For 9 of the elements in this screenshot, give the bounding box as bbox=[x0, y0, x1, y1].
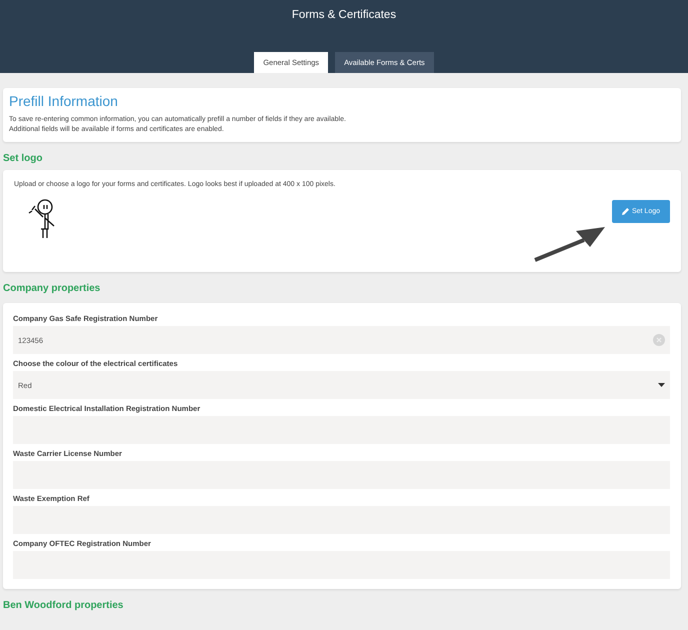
section-heading: Ben Woodford properties bbox=[3, 600, 124, 612]
caret-icon bbox=[658, 383, 665, 387]
pencil-icon bbox=[622, 208, 629, 215]
card-title: Prefill Information bbox=[9, 93, 119, 109]
page-title: Forms & Certificates bbox=[292, 9, 396, 21]
arrow-drawing bbox=[534, 227, 606, 263]
section-heading: Company properties bbox=[3, 283, 102, 295]
clear-icon[interactable] bbox=[653, 334, 665, 346]
section-heading: Set logo bbox=[3, 153, 44, 165]
